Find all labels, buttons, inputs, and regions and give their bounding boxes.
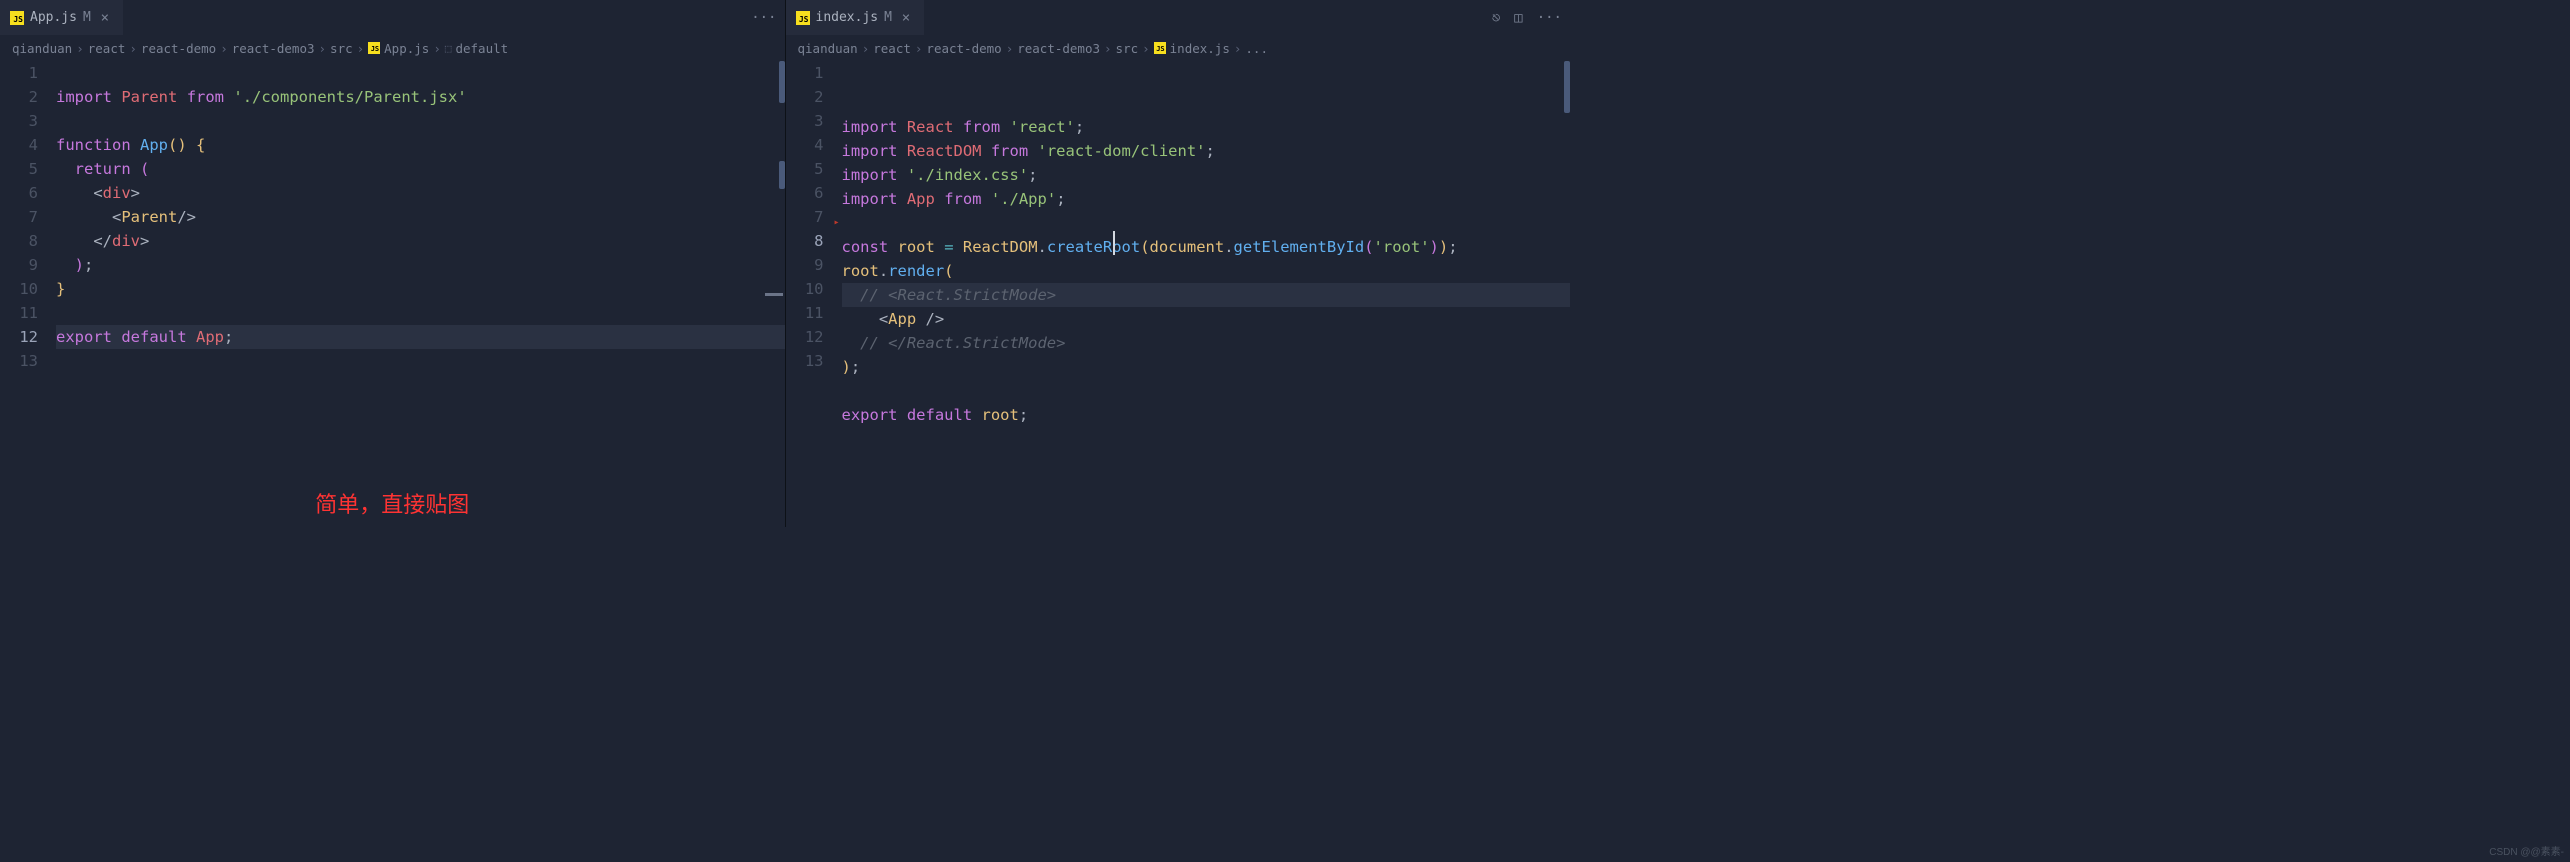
minimap[interactable]	[1562, 61, 1570, 527]
editor-container: JS App.js M × ··· qianduan › react › rea…	[0, 0, 1570, 527]
tab-app-js[interactable]: JS App.js M ×	[0, 0, 123, 35]
tab-index-js[interactable]: JS index.js M ×	[786, 0, 924, 35]
right-breadcrumbs[interactable]: qianduan › react › react-demo › react-de…	[786, 35, 1571, 61]
tab-name: index.js	[816, 10, 879, 25]
split-editor-icon[interactable]: ◫	[1514, 10, 1522, 26]
tab-actions: ⎋ ◫ ···	[1492, 10, 1562, 26]
watermark: CSDN @@素素-	[2489, 843, 2564, 858]
left-tab-bar: JS App.js M × ···	[0, 0, 785, 35]
more-icon[interactable]: ···	[1537, 10, 1562, 26]
overview-mark	[765, 293, 783, 296]
gutter: 12345678910111213	[0, 61, 56, 527]
tab-actions: ···	[751, 10, 776, 26]
left-code-area[interactable]: 12345678910111213 import Parent from './…	[0, 61, 785, 527]
minimap-thumb[interactable]	[779, 61, 785, 103]
more-icon[interactable]: ···	[751, 10, 776, 26]
left-pane: JS App.js M × ··· qianduan › react › rea…	[0, 0, 786, 527]
left-breadcrumbs[interactable]: qianduan › react › react-demo › react-de…	[0, 35, 785, 61]
code-lines[interactable]: import React from 'react';import ReactDO…	[842, 61, 1571, 527]
tab-name: App.js	[30, 10, 77, 25]
right-code-area[interactable]: 12345678910111213 import React from 'rea…	[786, 61, 1571, 527]
js-file-icon: JS	[10, 11, 24, 25]
modified-indicator: M	[83, 10, 91, 25]
git-compare-icon[interactable]: ⎋	[1492, 10, 1500, 26]
code-lines[interactable]: import Parent from './components/Parent.…	[56, 61, 785, 527]
right-pane: JS index.js M × ⎋ ◫ ··· qianduan › react…	[786, 0, 1571, 527]
right-tab-bar: JS index.js M × ⎋ ◫ ···	[786, 0, 1571, 35]
close-icon[interactable]: ×	[97, 10, 113, 26]
gutter: 12345678910111213	[786, 61, 842, 527]
minimap-thumb[interactable]	[779, 161, 785, 189]
minimap-thumb[interactable]	[1564, 61, 1570, 113]
close-icon[interactable]: ×	[898, 10, 914, 26]
js-file-icon: JS	[796, 11, 810, 25]
modified-indicator: M	[884, 10, 892, 25]
